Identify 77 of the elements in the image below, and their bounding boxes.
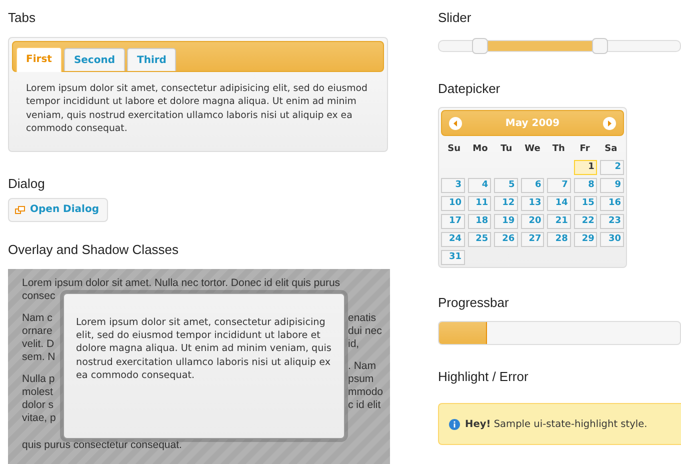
tab[interactable]: First xyxy=(16,47,62,72)
day-cell[interactable]: 1 xyxy=(574,160,598,175)
background-text: consec xyxy=(22,290,56,303)
day-cell[interactable]: 15 xyxy=(574,196,598,211)
weekday-label: Mo xyxy=(472,143,489,156)
prev-month-icon[interactable] xyxy=(449,116,462,130)
day-cell[interactable]: 8 xyxy=(574,178,598,193)
day-cell[interactable]: 3 xyxy=(441,178,465,193)
section-heading: Progressbar xyxy=(438,295,510,311)
section-heading: Datepicker xyxy=(438,81,502,97)
day-cell[interactable]: 14 xyxy=(547,196,571,211)
section-heading: Tabs xyxy=(8,10,36,26)
background-text: quis purus consectetur consequat. xyxy=(22,438,183,452)
window-icon xyxy=(15,206,25,214)
day-cell[interactable]: 26 xyxy=(494,232,518,247)
day-cell[interactable]: 17 xyxy=(441,214,465,229)
day-cell[interactable]: 28 xyxy=(547,232,571,247)
day-cell[interactable]: 16 xyxy=(600,196,624,211)
background-text: Lorem ipsum dolor sit amet. Nulla nec tortor. Donec id elit quis purus xyxy=(22,276,342,290)
background-text: id, xyxy=(348,338,360,351)
day-cell[interactable]: 20 xyxy=(520,214,544,229)
day-cell[interactable]: 11 xyxy=(468,196,492,211)
background-text: . Nam xyxy=(348,360,378,373)
background-text: vitae, p xyxy=(22,412,57,425)
weekday-label: Th xyxy=(551,143,566,156)
day-cell[interactable]: 24 xyxy=(441,232,465,247)
background-text: dui nec xyxy=(348,324,383,338)
weekday-label: Fr xyxy=(578,143,591,156)
day-cell[interactable]: 31 xyxy=(441,250,465,265)
day-cell[interactable]: 5 xyxy=(494,178,518,193)
section-heading: Overlay and Shadow Classes xyxy=(8,242,180,258)
highlight-text: Hey! Sample ui-state-highlight style. xyxy=(465,418,648,430)
slider-handle[interactable] xyxy=(592,38,608,54)
day-cell[interactable]: 22 xyxy=(574,214,598,229)
tab[interactable]: Second xyxy=(64,48,125,71)
background-text: ornare xyxy=(22,324,54,338)
day-cell[interactable]: 21 xyxy=(547,214,571,229)
weekday-label: Sa xyxy=(604,143,618,156)
tab-panel-text: Lorem ipsum dolor sit amet, consectetur adipisicing elit, sed do eiusmod tempor incididunt ut labore et dolore magna aliqua. Ut enim ad minim veniam, quis nostrud exercitation ullamco laboris nisi ut aliquip ex ea commodo consequat. xyxy=(25,82,368,136)
day-cell[interactable]: 7 xyxy=(547,178,571,193)
background-text: Nam c xyxy=(22,312,54,325)
background-text: psum xyxy=(348,372,375,386)
day-cell[interactable]: 29 xyxy=(574,232,598,247)
background-text: molest xyxy=(22,386,54,399)
day-cell[interactable]: 12 xyxy=(494,196,518,211)
day-cell[interactable]: 23 xyxy=(600,214,624,229)
background-text: enatis xyxy=(348,312,378,325)
day-cell[interactable]: 2 xyxy=(600,160,624,175)
open-dialog-button[interactable]: Open Dialog xyxy=(8,198,108,222)
month-title: May 2009 xyxy=(505,118,560,128)
background-text: sem. N xyxy=(22,350,56,364)
day-cell[interactable]: 6 xyxy=(520,178,544,193)
weekday-label: Tu xyxy=(500,143,514,156)
info-icon xyxy=(449,418,460,430)
day-cell[interactable]: 13 xyxy=(520,196,544,211)
day-cell[interactable]: 30 xyxy=(600,232,624,247)
section-heading: Highlight / Error xyxy=(438,369,530,385)
day-cell[interactable]: 19 xyxy=(494,214,518,229)
section-heading: Dialog xyxy=(8,176,46,192)
background-text: dolor s xyxy=(22,398,55,412)
weekday-label: Su xyxy=(446,143,462,156)
next-month-icon[interactable] xyxy=(602,116,616,130)
day-cell[interactable]: 18 xyxy=(468,214,492,229)
day-cell[interactable]: 9 xyxy=(600,178,624,193)
day-cell[interactable]: 25 xyxy=(468,232,492,247)
background-text: Nulla p xyxy=(22,372,56,386)
background-text: c id elit xyxy=(348,398,382,412)
day-cell[interactable]: 10 xyxy=(441,196,465,211)
dialog-text: Lorem ipsum dolor sit amet, consectetur adipisicing elit, sed do eiusmod tempor incididunt ut labore et dolore magna aliqua. Ut enim ad minim veniam, quis nostrud exercitation ullamco laboris nisi ut aliquip ex ea commodo consequat. xyxy=(76,316,332,383)
background-text: mmodo xyxy=(348,386,384,399)
day-cell[interactable]: 27 xyxy=(520,232,544,247)
section-heading: Slider xyxy=(438,10,472,26)
tab[interactable]: Third xyxy=(127,48,176,71)
weekday-label: We xyxy=(524,143,542,156)
slider-handle[interactable] xyxy=(472,38,488,54)
background-text: velit. D xyxy=(22,338,56,351)
day-cell[interactable]: 4 xyxy=(468,178,492,193)
